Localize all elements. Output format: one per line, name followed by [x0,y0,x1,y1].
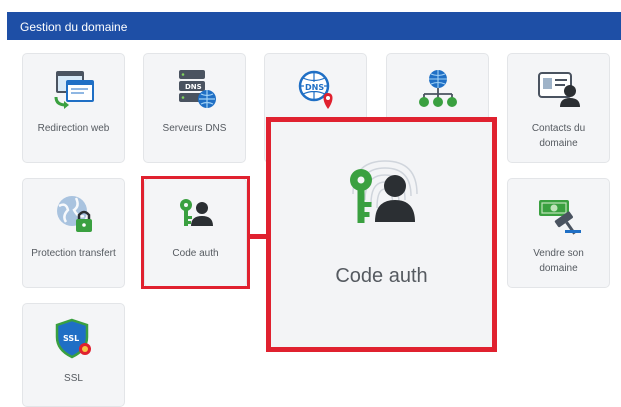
section-title: Gestion du domaine [20,20,128,34]
tile-dns-servers[interactable]: DNS Serveurs DNS [143,53,246,163]
globe-lock-icon [50,192,98,236]
tile-ssl[interactable]: SSL SSL [22,303,125,407]
highlight-frame [141,176,250,289]
money-gavel-icon [535,192,583,236]
svg-text:SSL: SSL [63,334,79,343]
zoomed-label: Code auth [335,265,428,287]
zoomed-auth-code-tile[interactable]: Code auth [266,117,497,352]
tile-transfer-protection[interactable]: Protection transfert [22,178,125,288]
tile-label: Protection transfert [31,248,116,259]
contact-card-icon [535,67,583,111]
dns-server-icon: DNS [171,67,219,111]
browser-redirect-icon [50,67,98,111]
tile-web-redirect[interactable]: Redirection web [22,53,125,163]
tile-contacts[interactable]: Contacts du domaine [507,53,610,163]
key-user-fingerprint-icon [337,156,427,236]
svg-text:DNS: DNS [185,83,202,91]
ssl-shield-icon: SSL [50,317,98,361]
section-header: Gestion du domaine [7,12,621,40]
dns-globe-pin-icon: DNS [292,67,340,111]
tile-sell-domain[interactable]: Vendre son domaine [507,178,610,288]
tile-label: Redirection web [37,123,110,134]
tile-label: Serveurs DNS [162,123,227,134]
highlight-connector [250,234,267,239]
tile-label: Contacts du domaine [531,123,586,149]
svg-text:DNS: DNS [305,83,324,92]
tile-label: SSL [64,373,83,384]
tile-label: Vendre son domaine [533,248,584,274]
globe-network-icon [414,67,462,111]
